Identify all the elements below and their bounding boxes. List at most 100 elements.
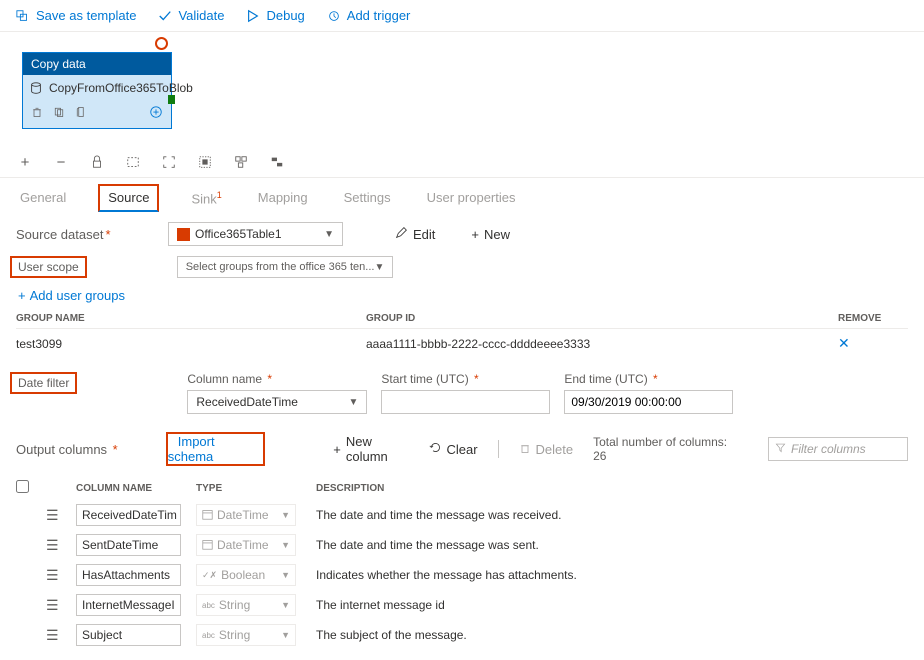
- drag-handle-icon[interactable]: ☰: [46, 537, 59, 553]
- group-name-cell: test3099: [16, 337, 366, 351]
- tab-source[interactable]: Source: [98, 184, 159, 212]
- clone-icon[interactable]: [75, 106, 87, 121]
- column-type-dropdown[interactable]: DateTime▼: [196, 534, 296, 556]
- drag-handle-icon[interactable]: ☰: [46, 627, 59, 643]
- column-name-label: Column name *: [187, 372, 367, 386]
- column-type-dropdown[interactable]: abcString▼: [196, 624, 296, 646]
- zoom-percent-button[interactable]: [124, 153, 142, 171]
- edit-dataset-button[interactable]: Edit: [395, 226, 435, 242]
- caret-down-icon: ▼: [281, 600, 290, 610]
- plus-icon: +: [471, 227, 479, 242]
- delete-button: Delete: [519, 442, 574, 457]
- lock-button[interactable]: [88, 153, 106, 171]
- refresh-icon: [429, 441, 442, 457]
- validation-error-badge: [155, 37, 168, 50]
- layout-button[interactable]: [232, 153, 250, 171]
- group-id-cell: aaaa1111-bbbb-2222-cccc-ddddeeee3333: [366, 337, 838, 351]
- column-row: ☰ ReceivedDateTim DateTime▼ The date and…: [16, 500, 908, 530]
- column-name-input[interactable]: ReceivedDateTim: [76, 504, 181, 526]
- drag-handle-icon[interactable]: ☰: [46, 567, 59, 583]
- add-trigger-label: Add trigger: [347, 8, 411, 23]
- column-name-dropdown[interactable]: ReceivedDateTime ▼: [187, 390, 367, 414]
- clear-button[interactable]: Clear: [429, 441, 478, 457]
- align-button[interactable]: [268, 153, 286, 171]
- zoom-in-button[interactable]: +: [16, 153, 34, 171]
- template-icon: [16, 9, 30, 23]
- drag-handle-icon[interactable]: ☰: [46, 597, 59, 613]
- caret-down-icon: ▼: [281, 630, 290, 640]
- user-scope-dropdown[interactable]: Select groups from the office 365 ten...…: [177, 256, 394, 278]
- add-trigger-button[interactable]: Add trigger: [327, 8, 411, 23]
- caret-down-icon: ▼: [281, 540, 290, 550]
- header-description: DESCRIPTION: [316, 483, 908, 494]
- total-columns-label: Total number of columns: 26: [593, 435, 728, 463]
- column-description: Indicates whether the message has attach…: [316, 568, 908, 582]
- plus-icon: +: [18, 288, 26, 303]
- tab-general[interactable]: General: [16, 184, 70, 212]
- header-group-id: GROUP ID: [366, 313, 838, 324]
- tab-mapping[interactable]: Mapping: [254, 184, 312, 212]
- header-column-name: COLUMN NAME: [76, 483, 196, 494]
- column-name-input[interactable]: Subject: [76, 624, 181, 646]
- column-row: ☰ HasAttachments ✓✗Boolean▼ Indicates wh…: [16, 560, 908, 590]
- header-group-name: GROUP NAME: [16, 313, 366, 324]
- column-row: ☰ Subject abcString▼ The subject of the …: [16, 620, 908, 650]
- tab-sink[interactable]: Sink1: [187, 184, 225, 212]
- tab-user-properties[interactable]: User properties: [423, 184, 520, 212]
- column-name-input[interactable]: SentDateTime: [76, 534, 181, 556]
- debug-button[interactable]: Debug: [246, 8, 304, 23]
- source-dataset-dropdown[interactable]: Office365Table1 ▼: [168, 222, 343, 246]
- new-dataset-button[interactable]: + New: [471, 227, 510, 242]
- activity-tabs: General Source Sink1 Mapping Settings Us…: [0, 177, 924, 212]
- divider: [498, 440, 499, 458]
- columns-table-header: COLUMN NAME TYPE DESCRIPTION: [16, 476, 908, 500]
- pipeline-canvas[interactable]: Copy data CopyFromOffice365ToBlob: [0, 32, 924, 147]
- validate-button[interactable]: Validate: [158, 8, 224, 23]
- column-description: The date and time the message was sent.: [316, 538, 908, 552]
- user-scope-label: User scope: [10, 256, 87, 278]
- trash-icon: [519, 442, 531, 457]
- caret-down-icon: ▼: [348, 397, 358, 408]
- pencil-icon: [395, 226, 408, 242]
- filter-columns-input[interactable]: Filter columns: [768, 437, 908, 461]
- play-icon: [246, 9, 260, 23]
- type-icon: abc: [202, 600, 215, 610]
- type-icon: [202, 509, 213, 522]
- column-type-dropdown[interactable]: DateTime▼: [196, 504, 296, 526]
- caret-down-icon: ▼: [324, 229, 334, 240]
- success-connector[interactable]: [168, 95, 175, 104]
- debug-label: Debug: [266, 8, 304, 23]
- zoom-out-button[interactable]: −: [52, 153, 70, 171]
- fit-screen-button[interactable]: [160, 153, 178, 171]
- canvas-toolbar: + −: [0, 147, 924, 177]
- column-row: ☰ InternetMessageI abcString▼ The intern…: [16, 590, 908, 620]
- end-time-input[interactable]: [564, 390, 733, 414]
- drag-handle-icon[interactable]: ☰: [46, 507, 59, 523]
- tab-settings[interactable]: Settings: [340, 184, 395, 212]
- column-description: The date and time the message was receiv…: [316, 508, 908, 522]
- import-schema-button[interactable]: Import schema: [168, 431, 224, 467]
- column-description: The internet message id: [316, 598, 908, 612]
- output-columns-label: Output columns *: [16, 442, 146, 457]
- expand-icon[interactable]: [149, 105, 163, 122]
- column-type-dropdown[interactable]: abcString▼: [196, 594, 296, 616]
- trigger-icon: [327, 9, 341, 23]
- select-all-checkbox[interactable]: [16, 480, 29, 493]
- check-icon: [158, 9, 172, 23]
- copy-data-activity[interactable]: Copy data CopyFromOffice365ToBlob: [22, 52, 172, 129]
- column-name-input[interactable]: HasAttachments: [76, 564, 181, 586]
- start-time-input[interactable]: [381, 390, 550, 414]
- groups-table-header: GROUP NAME GROUP ID REMOVE: [16, 309, 908, 329]
- save-as-template-button[interactable]: Save as template: [16, 8, 136, 23]
- end-time-label: End time (UTC) *: [564, 372, 733, 386]
- add-user-groups-button[interactable]: + Add user groups: [18, 288, 908, 303]
- column-type-dropdown[interactable]: ✓✗Boolean▼: [196, 564, 296, 586]
- caret-down-icon: ▼: [374, 262, 384, 273]
- delete-icon[interactable]: [31, 106, 43, 121]
- column-name-input[interactable]: InternetMessageI: [76, 594, 181, 616]
- copy-icon[interactable]: [53, 106, 65, 121]
- type-icon: abc: [202, 630, 215, 640]
- remove-group-button[interactable]: ✕: [838, 335, 850, 351]
- fullscreen-button[interactable]: [196, 153, 214, 171]
- new-column-button[interactable]: +New column: [333, 434, 408, 464]
